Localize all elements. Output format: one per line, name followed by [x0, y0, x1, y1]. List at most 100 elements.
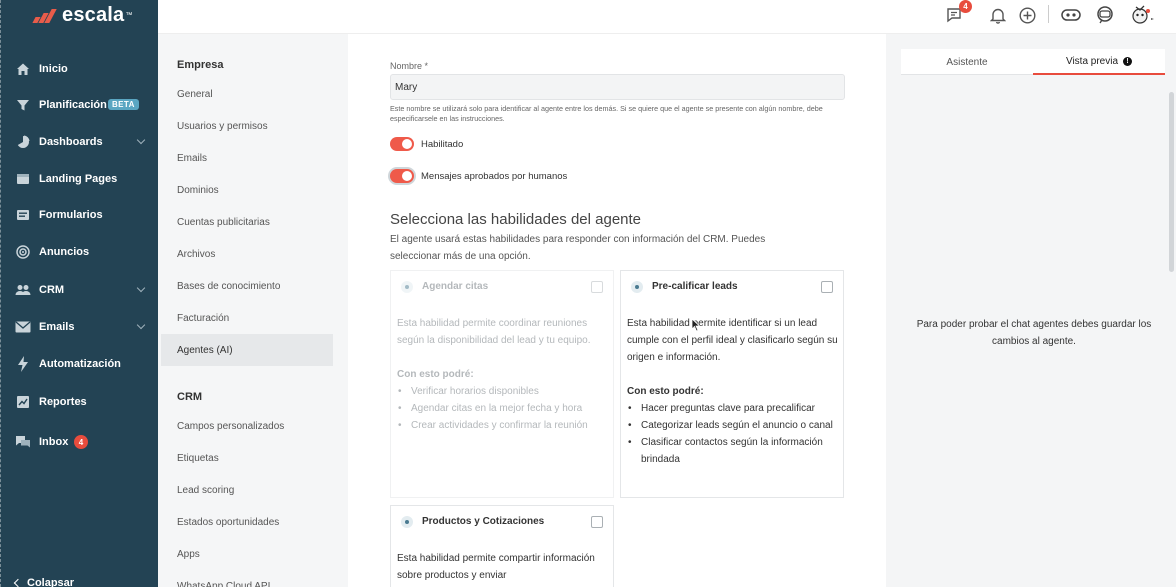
skill-caption: Con esto podré:	[627, 386, 704, 397]
menu-item-emails[interactable]: Emails	[161, 142, 333, 174]
nav-label: Landing Pages	[39, 173, 118, 185]
preview-panel: Asistente Vista previa! Para poder proba…	[886, 34, 1176, 587]
skill-body: Esta habilidad permite compartir informa…	[397, 550, 609, 584]
nav-item-formularios[interactable]: Formularios	[1, 203, 157, 227]
agent-form: Nombre * Este nombre se utilizará solo p…	[348, 34, 886, 587]
enabled-toggle[interactable]	[390, 137, 414, 151]
human-approval-toggle[interactable]	[390, 169, 414, 183]
menu-item-general[interactable]: General	[161, 78, 333, 110]
skill-title: Productos y Cotizaciones	[422, 516, 545, 527]
tab-asistente[interactable]: Asistente	[901, 49, 1033, 75]
brand-logo[interactable]: escala ™	[31, 4, 132, 26]
nav-item-inicio[interactable]: Inicio	[1, 57, 157, 81]
skill-card-agendar-citas[interactable]: Agendar citas Esta habilidad permite coo…	[390, 270, 614, 498]
toggle-knob	[402, 171, 412, 181]
nav-item-inbox[interactable]: Inbox 4	[1, 430, 157, 454]
landing-page-icon	[15, 171, 31, 187]
user-avatar[interactable]	[1128, 4, 1156, 26]
nav-item-emails[interactable]: Emails	[1, 315, 157, 339]
nav-item-landing-pages[interactable]: Landing Pages	[1, 167, 157, 191]
menu-item-usuarios[interactable]: Usuarios y permisos	[161, 110, 333, 142]
brand-name: escala	[62, 3, 125, 26]
scrollbar[interactable]	[1169, 92, 1174, 272]
preview-message: Para poder probar el chat agentes debes …	[916, 319, 1152, 347]
enabled-toggle-label: Habilitado	[421, 139, 464, 150]
brand-trademark: ™	[125, 11, 133, 19]
skill-title: Pre-calificar leads	[652, 281, 738, 292]
info-icon[interactable]: !	[1123, 56, 1133, 66]
pie-chart-icon	[15, 134, 31, 150]
skill-checkbox[interactable]	[591, 516, 603, 528]
megaphone-icon	[15, 244, 31, 260]
menu-item-dominios[interactable]: Dominios	[161, 174, 333, 206]
inbox-badge: 4	[74, 435, 88, 449]
nav-item-automatizacion[interactable]: Automatización	[1, 352, 157, 376]
nav-label: CRM	[39, 284, 65, 296]
messages-badge: 4	[959, 0, 972, 13]
menu-item-cuentas-publicitarias[interactable]: Cuentas publicitarias	[161, 206, 333, 238]
menu-item-facturacion[interactable]: Facturación	[161, 302, 333, 334]
bolt-icon	[15, 356, 31, 372]
nav-label: Emails	[39, 321, 75, 333]
menu-item-whatsapp-cloud-api[interactable]: WhatsApp Cloud API	[161, 570, 333, 587]
report-icon	[15, 394, 31, 410]
settings-menu: Empresa General Usuarios y permisos Emai…	[158, 0, 348, 587]
nav-label: Inbox	[39, 436, 69, 448]
section-title-crm: CRM	[177, 391, 203, 403]
nav-label: Automatización	[39, 358, 121, 370]
collapse-button[interactable]: Colapsar	[13, 577, 75, 587]
menu-item-estados-oportunidades[interactable]: Estados oportunidades	[161, 506, 333, 538]
list-item: Verificar horarios disponibles	[397, 383, 609, 400]
human-approval-toggle-label: Mensajes aprobados por humanos	[421, 171, 568, 182]
nav-item-planificacion[interactable]: Planificación BETA	[1, 93, 157, 117]
chevron-down-icon	[136, 135, 146, 145]
name-input[interactable]	[390, 74, 845, 100]
skill-caption: Con esto podré:	[397, 369, 474, 380]
nav-item-crm[interactable]: CRM	[1, 278, 157, 302]
nav-item-dashboards[interactable]: Dashboards	[1, 130, 157, 154]
skill-icon	[631, 281, 643, 293]
nav-label: Anuncios	[39, 246, 90, 258]
skill-bullets: Verificar horarios disponibles Agendar c…	[397, 383, 609, 434]
collapse-icon	[13, 578, 23, 587]
menu-item-agentes-ai[interactable]: Agentes (AI)	[161, 334, 333, 366]
menu-item-apps[interactable]: Apps	[161, 538, 333, 570]
left-nav: escala ™ Inicio Planificación BETA Dashbo…	[0, 0, 158, 587]
add-circle-icon[interactable]	[1016, 4, 1038, 26]
skills-description: El agente usará estas habilidades para r…	[390, 234, 766, 262]
list-item: Crear actividades y confirmar la reunión	[397, 417, 609, 434]
support-chat-icon[interactable]	[1094, 4, 1116, 26]
ai-agent-icon[interactable]	[1060, 4, 1082, 26]
list-item: Agendar citas en la mejor fecha y hora	[397, 400, 609, 417]
collapse-label: Colapsar	[27, 577, 75, 587]
skill-bullets: Hacer preguntas clave para precalificar …	[627, 400, 839, 468]
topbar-divider	[1048, 5, 1049, 23]
list-item: Clasificar contactos según la informació…	[627, 434, 839, 468]
skills-title: Selecciona las habilidades del agente	[390, 211, 642, 228]
menu-item-etiquetas[interactable]: Etiquetas	[161, 442, 333, 474]
menu-item-archivos[interactable]: Archivos	[161, 238, 333, 270]
menu-item-bases-conocimiento[interactable]: Bases de conocimiento	[161, 270, 333, 302]
mouse-cursor-icon	[691, 318, 701, 332]
skill-checkbox[interactable]	[821, 281, 833, 293]
chevron-down-icon	[136, 283, 146, 293]
menu-item-campos-personalizados[interactable]: Campos personalizados	[161, 410, 333, 442]
nav-label: Dashboards	[39, 136, 103, 148]
skill-body: Esta habilidad permite identificar si un…	[627, 315, 839, 468]
name-help-text: Este nombre se utilizará solo para ident…	[390, 104, 823, 123]
skill-card-productos-cotizaciones[interactable]: Productos y Cotizaciones Esta habilidad …	[390, 505, 614, 587]
section-title-empresa: Empresa	[177, 59, 224, 71]
skill-card-pre-calificar-leads[interactable]: Pre-calificar leads Esta habilidad permi…	[620, 270, 844, 498]
nav-item-reportes[interactable]: Reportes	[1, 390, 157, 414]
skill-title: Agendar citas	[422, 281, 489, 292]
tab-vista-previa[interactable]: Vista previa!	[1033, 49, 1165, 75]
chat-icon	[15, 434, 31, 450]
nav-label: Reportes	[39, 396, 87, 408]
menu-item-lead-scoring[interactable]: Lead scoring	[161, 474, 333, 506]
nav-item-anuncios[interactable]: Anuncios	[1, 240, 157, 264]
skill-checkbox[interactable]	[591, 281, 603, 293]
bell-icon[interactable]	[987, 4, 1009, 26]
home-icon	[15, 61, 31, 77]
funnel-icon	[15, 97, 31, 113]
toggle-knob	[402, 139, 412, 149]
